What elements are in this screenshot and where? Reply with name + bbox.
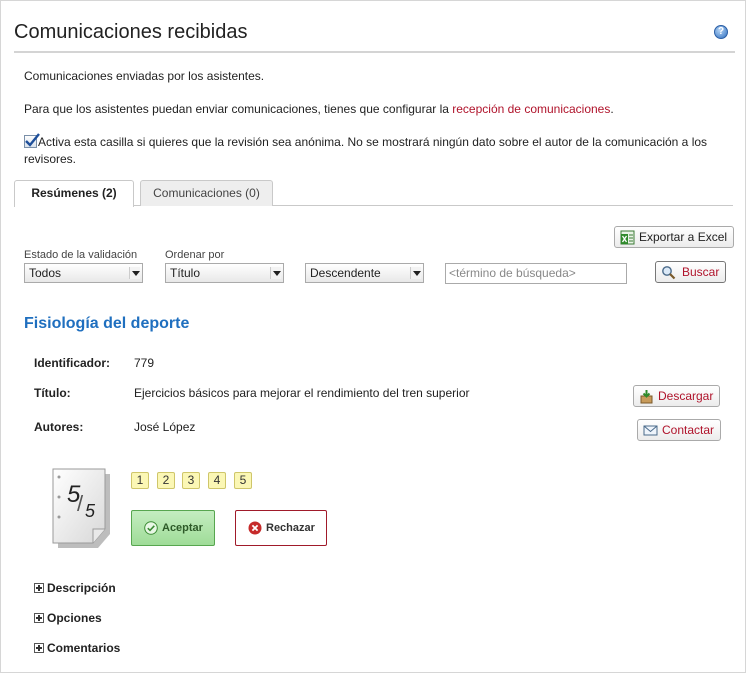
communications-panel: Comunicaciones recibidas ? Comunicacione… xyxy=(0,0,746,673)
tab-summaries[interactable]: Resúmenes (2) xyxy=(14,180,134,207)
rating-option-1[interactable]: 1 xyxy=(131,472,149,489)
cancel-circle-icon xyxy=(248,521,262,535)
order-by-select[interactable]: Título xyxy=(165,263,284,283)
authors-label: Autores: xyxy=(34,420,84,434)
status-filter-value: Todos xyxy=(29,266,62,280)
anonymous-review-checkbox[interactable] xyxy=(24,133,40,148)
score-denominator: 5 xyxy=(85,501,96,521)
anonymous-review-option: Activa esta casilla si quieres que la re… xyxy=(24,133,729,168)
rating-option-2[interactable]: 2 xyxy=(157,472,175,489)
comments-expander[interactable]: Comentarios xyxy=(34,641,120,655)
anonymous-review-label: Activa esta casilla si quieres que la re… xyxy=(24,135,708,166)
reject-label: Rechazar xyxy=(266,522,315,534)
check-circle-icon xyxy=(144,521,158,535)
section-title: Fisiología del deporte xyxy=(24,315,190,332)
status-filter-select[interactable]: Todos xyxy=(24,263,143,283)
intro-text: Comunicaciones enviadas por los asistent… xyxy=(24,69,265,83)
title-divider xyxy=(14,51,735,53)
description-expander[interactable]: Descripción xyxy=(34,581,116,595)
download-icon xyxy=(640,390,653,404)
checkmark-icon xyxy=(25,133,40,147)
expand-plus-icon xyxy=(34,643,44,653)
reception-config-link[interactable]: recepción de comunicaciones xyxy=(452,102,610,116)
author-link[interactable]: José López xyxy=(134,420,195,434)
expand-plus-icon xyxy=(34,583,44,593)
export-excel-button[interactable]: Exportar a Excel xyxy=(614,226,735,248)
score-slash: / xyxy=(77,491,84,516)
comments-expander-label: Comentarios xyxy=(47,641,121,655)
identifier-label: Identificador: xyxy=(34,356,111,370)
sort-direction-select[interactable]: Descendente xyxy=(305,263,424,283)
dropdown-arrow-icon xyxy=(270,267,281,279)
options-expander[interactable]: Opciones xyxy=(34,611,102,625)
description-expander-label: Descripción xyxy=(47,581,116,595)
rating-option-3[interactable]: 3 xyxy=(182,472,200,489)
download-label: Descargar xyxy=(658,389,714,403)
identifier-value: 779 xyxy=(134,356,155,370)
page-title: Comunicaciones recibidas xyxy=(14,21,248,43)
score-document-icon: 5 / 5 xyxy=(51,467,113,549)
envelope-icon xyxy=(643,425,658,436)
contact-label: Contactar xyxy=(662,423,715,437)
excel-icon xyxy=(620,230,635,245)
tab-communications[interactable]: Comunicaciones (0) xyxy=(140,180,273,206)
search-button-label: Buscar xyxy=(682,265,720,279)
dropdown-arrow-icon xyxy=(129,267,140,279)
status-filter-label: Estado de la validación xyxy=(24,249,138,261)
help-icon[interactable]: ? xyxy=(714,25,728,39)
options-expander-label: Opciones xyxy=(47,611,102,625)
title-value: Ejercicios básicos para mejorar el rendi… xyxy=(134,386,470,400)
accept-label: Aceptar xyxy=(162,522,203,534)
search-button[interactable]: Buscar xyxy=(655,261,727,283)
sort-direction-value: Descendente xyxy=(310,266,381,280)
rating-option-5[interactable]: 5 xyxy=(234,472,252,489)
download-button[interactable]: Descargar xyxy=(633,385,721,407)
dropdown-arrow-icon xyxy=(410,267,421,279)
magnifier-icon xyxy=(662,266,676,280)
order-by-label: Ordenar por xyxy=(165,249,225,261)
contact-button[interactable]: Contactar xyxy=(637,419,722,441)
order-by-value: Título xyxy=(170,266,201,280)
export-excel-label: Exportar a Excel xyxy=(639,230,728,244)
config-hint-prefix: Para que los asistentes puedan enviar co… xyxy=(24,102,453,116)
expand-plus-icon xyxy=(34,613,44,623)
title-label: Título: xyxy=(34,386,71,400)
config-hint-suffix: . xyxy=(610,102,614,116)
reject-button[interactable]: Rechazar xyxy=(235,510,327,546)
config-hint: Para que los asistentes puedan enviar co… xyxy=(24,101,614,118)
rating-option-4[interactable]: 4 xyxy=(208,472,226,489)
search-input[interactable]: <término de búsqueda> xyxy=(445,263,627,284)
accept-button[interactable]: Aceptar xyxy=(131,510,215,546)
